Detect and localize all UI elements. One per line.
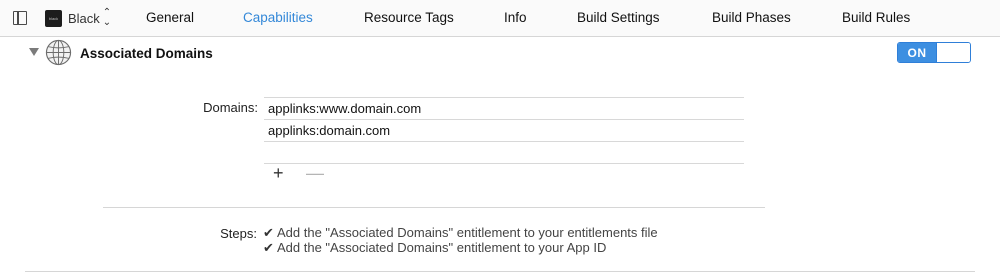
add-domain-button[interactable]: +: [273, 164, 284, 182]
checkmark-icon: ✔: [263, 240, 274, 255]
tab-build-rules[interactable]: Build Rules: [842, 10, 910, 25]
target-name: Black: [68, 10, 100, 26]
domains-list: applinks:www.domain.com applinks:domain.…: [264, 97, 744, 164]
tab-resource-tags[interactable]: Resource Tags: [364, 10, 454, 25]
toggle-on-label: ON: [898, 43, 936, 62]
remove-domain-button[interactable]: —: [306, 164, 324, 182]
checkmark-icon: ✔: [263, 225, 274, 240]
toggle-knob: [936, 43, 970, 62]
tab-build-phases[interactable]: Build Phases: [712, 10, 791, 25]
chevron-updown-icon: ⌃ ⌄: [102, 7, 112, 28]
step-text: Add the "Associated Domains" entitlement…: [277, 225, 658, 240]
bottom-divider: [25, 271, 975, 272]
domain-entry[interactable]: applinks:domain.com: [264, 119, 744, 141]
steps-label: Steps:: [220, 226, 257, 241]
steps-list: ✔ Add the "Associated Domains" entitlemen…: [263, 225, 658, 255]
domain-empty-row[interactable]: [264, 141, 744, 164]
step-text: Add the "Associated Domains" entitlement…: [277, 240, 607, 255]
tab-bar: black Black ⌃ ⌄ General Capabilities Reso…: [0, 0, 1000, 37]
section-divider: [103, 207, 765, 208]
domain-entry[interactable]: applinks:www.domain.com: [264, 97, 744, 119]
tab-capabilities[interactable]: Capabilities: [243, 10, 313, 25]
target-app-icon: black: [45, 9, 62, 27]
sidebar-toggle-icon[interactable]: [13, 11, 27, 25]
globe-icon: [45, 39, 72, 66]
target-selector[interactable]: black Black ⌃ ⌄: [45, 7, 112, 28]
tab-general[interactable]: General: [146, 10, 194, 25]
step-item: ✔ Add the "Associated Domains" entitlemen…: [263, 240, 658, 255]
tab-build-settings[interactable]: Build Settings: [577, 10, 660, 25]
capability-title: Associated Domains: [80, 46, 213, 61]
disclosure-triangle-icon[interactable]: [29, 48, 39, 56]
capability-toggle[interactable]: ON: [897, 42, 971, 63]
domains-label: Domains:: [203, 100, 258, 115]
tab-info[interactable]: Info: [504, 10, 527, 25]
step-item: ✔ Add the "Associated Domains" entitlemen…: [263, 225, 658, 240]
